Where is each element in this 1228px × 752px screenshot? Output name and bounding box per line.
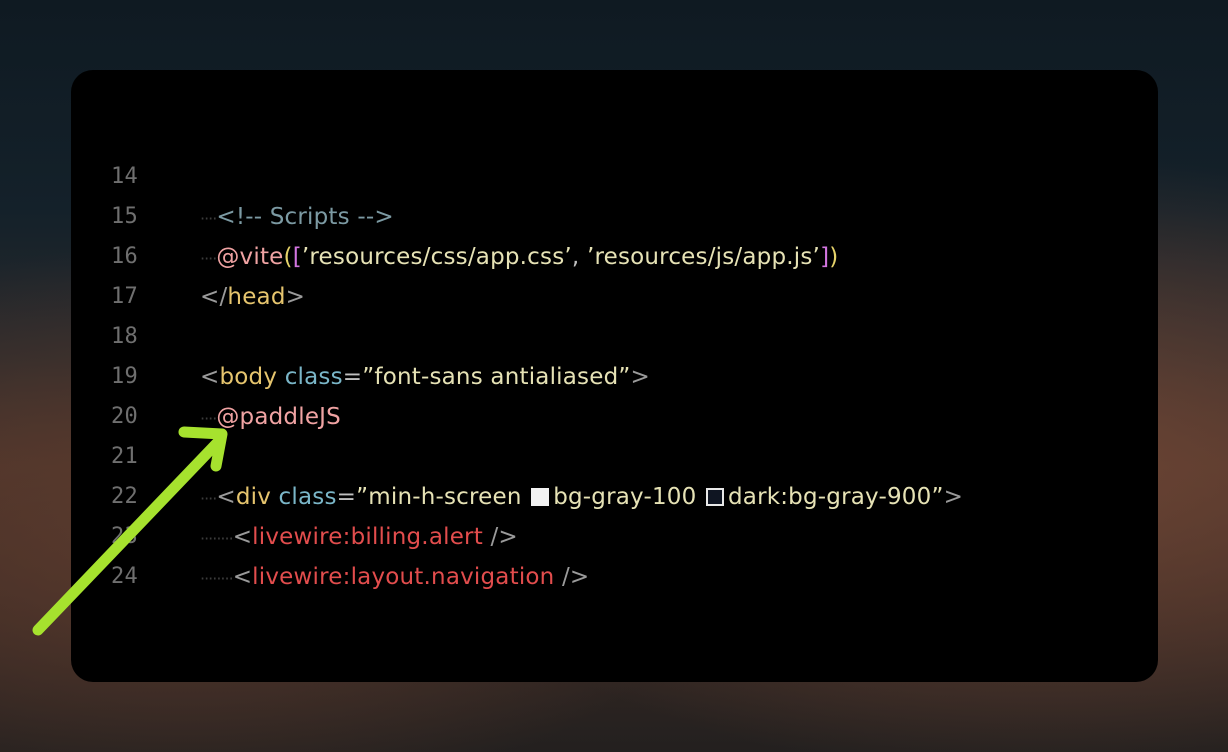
indent-guide: ···· bbox=[200, 209, 217, 228]
code-token: = bbox=[342, 364, 363, 390]
code-line: 22 ····<div class=”min-h-screen bg-gray-1… bbox=[71, 477, 1158, 517]
code-token: [ bbox=[292, 244, 302, 270]
code-line: 18 bbox=[71, 317, 1158, 357]
line-number: 24 bbox=[111, 564, 138, 589]
code-token: livewire:billing.alert bbox=[252, 524, 483, 550]
code-token: < bbox=[232, 524, 253, 550]
code-token: ”min-h-screen bbox=[356, 484, 530, 510]
code-token: @vite bbox=[216, 244, 284, 270]
line-number: 19 bbox=[111, 364, 138, 389]
indent-guide: ···· bbox=[200, 409, 217, 428]
clip-mask bbox=[71, 600, 1158, 640]
code-token: class bbox=[278, 484, 337, 510]
color-swatch-dark bbox=[705, 488, 724, 506]
code-line: 23 ········<livewire:billing.alert /> bbox=[71, 517, 1158, 557]
code-token: > bbox=[285, 284, 306, 310]
code-token: = bbox=[336, 484, 357, 510]
line-content: <body class=”font-sans antialiased”> bbox=[200, 357, 650, 397]
line-number: 15 bbox=[111, 204, 138, 229]
indent-guide: ···· bbox=[200, 249, 217, 268]
code-line: 14 bbox=[71, 157, 1158, 197]
line-number: 21 bbox=[111, 444, 138, 469]
code-token: bg-gray-100 bbox=[553, 484, 704, 510]
line-number: 23 bbox=[111, 524, 138, 549]
code-line: 21 bbox=[71, 437, 1158, 477]
line-content: </head> bbox=[200, 277, 305, 317]
line-content: ····<div class=”min-h-screen bg-gray-100… bbox=[200, 477, 963, 519]
code-token: < bbox=[232, 564, 253, 590]
code-token: div bbox=[235, 484, 272, 510]
code-token: body bbox=[219, 364, 278, 390]
code-line: 20 ····@paddleJS bbox=[71, 397, 1158, 437]
code-token: /> bbox=[482, 524, 518, 550]
indent-guide: ···· bbox=[200, 489, 217, 508]
code-token: /> bbox=[554, 564, 590, 590]
code-area: 14 15 ····<!-- Scripts --> 16 ····@vite([’re… bbox=[71, 70, 1158, 682]
color-swatch-light bbox=[531, 488, 550, 506]
code-token: livewire:layout.navigation bbox=[252, 564, 555, 590]
line-number: 17 bbox=[111, 284, 138, 309]
code-token: <!-- Scripts --> bbox=[216, 204, 394, 230]
code-line: 17 </head> bbox=[71, 277, 1158, 317]
code-line: 16 ····@vite([’resources/css/app.css’, ’r… bbox=[71, 237, 1158, 277]
code-token: > bbox=[943, 484, 964, 510]
code-line: 24 ········<livewire:layout.navigation /> bbox=[71, 557, 1158, 597]
line-number: 14 bbox=[111, 164, 138, 189]
code-token: ] bbox=[820, 244, 830, 270]
code-editor-panel: 14 15 ····<!-- Scripts --> 16 ····@vite([’re… bbox=[71, 70, 1158, 682]
code-token: ’resources/css/app.css’ bbox=[301, 244, 572, 270]
code-token: > bbox=[630, 364, 650, 390]
code-token: ( bbox=[283, 244, 293, 270]
line-number: 22 bbox=[111, 484, 138, 509]
line-content: ········<livewire:layout.navigation /> bbox=[200, 557, 589, 599]
code-token: ”font-sans antialiased” bbox=[362, 364, 631, 390]
line-number: 16 bbox=[111, 244, 138, 269]
code-token: </ bbox=[200, 284, 228, 310]
code-line: 19 <body class=”font-sans antialiased”> bbox=[71, 357, 1158, 397]
code-token: dark:bg-gray-900” bbox=[727, 484, 944, 510]
indent-guide: ········ bbox=[200, 529, 234, 548]
code-token: < bbox=[216, 484, 236, 510]
code-token: ’resources/js/app.js’ bbox=[586, 244, 821, 270]
line-content: ····@paddleJS bbox=[200, 397, 341, 439]
code-token: @paddleJS bbox=[216, 404, 341, 430]
code-line: 15 ····<!-- Scripts --> bbox=[71, 197, 1158, 237]
line-content: ····<!-- Scripts --> bbox=[200, 197, 394, 239]
code-token: , bbox=[571, 244, 587, 270]
code-token: class bbox=[284, 364, 343, 390]
line-number: 20 bbox=[111, 404, 138, 429]
line-content: ········<livewire:billing.alert /> bbox=[200, 517, 518, 559]
code-token: ) bbox=[829, 244, 839, 270]
indent-guide: ········ bbox=[200, 569, 234, 588]
line-content: ····@vite([’resources/css/app.css’, ’res… bbox=[200, 237, 838, 279]
line-number: 18 bbox=[111, 324, 138, 349]
code-token: head bbox=[227, 284, 286, 310]
code-token: < bbox=[200, 364, 220, 390]
